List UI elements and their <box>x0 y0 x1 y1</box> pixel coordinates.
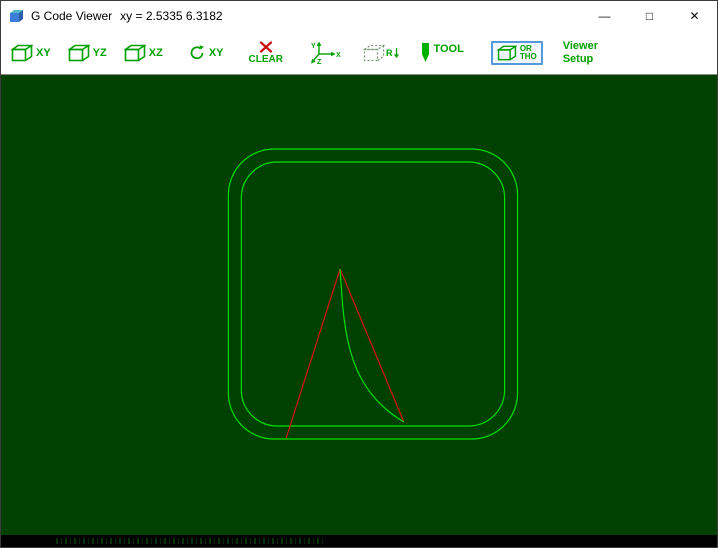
rotate-r-button[interactable]: R <box>362 44 401 62</box>
app-window: G Code Viewer xy = 2.5335 6.3182 — □ ✕ X… <box>0 0 718 548</box>
cube-icon <box>497 45 516 60</box>
tool-button[interactable]: TOOL <box>421 42 464 64</box>
view-xy-label: XY <box>36 46 51 59</box>
window-title: G Code Viewer <box>31 9 113 23</box>
axis-y-label: Y <box>311 43 316 50</box>
viewer-setup-line1: Viewer <box>562 40 598 53</box>
minimize-button[interactable]: — <box>582 1 627 31</box>
view-yz-button[interactable]: YZ <box>68 44 107 62</box>
close-button[interactable]: ✕ <box>672 1 717 31</box>
viewer-setup-line2: Setup <box>562 52 594 65</box>
status-bar <box>1 535 717 547</box>
viewer-setup-button[interactable]: Viewer Setup <box>563 40 598 64</box>
view-xz-label: XZ <box>148 46 163 59</box>
clear-label: CLEAR <box>248 53 283 65</box>
axes-icon: Y X Z <box>310 41 341 66</box>
view-xz-button[interactable]: XZ <box>124 44 163 62</box>
tool-icon <box>422 42 430 62</box>
app-icon <box>9 8 25 24</box>
ortho-label-line2: THO <box>519 51 537 61</box>
ortho-label: OR THO <box>519 44 537 61</box>
axis-z-label: Z <box>317 59 322 66</box>
view-yz-label: YZ <box>92 46 107 59</box>
canvas-svg <box>227 148 519 440</box>
tool-label: TOOL <box>433 42 464 55</box>
rotate-xy-button[interactable]: XY <box>188 44 224 62</box>
rotate-xy-label: XY <box>208 46 224 59</box>
dashed-cube-icon <box>362 44 385 61</box>
toolpath-segment <box>240 161 506 427</box>
toolpath-segment <box>285 268 341 439</box>
gcode-canvas[interactable] <box>1 75 717 535</box>
cube-icon <box>11 44 33 61</box>
ortho-toggle-button[interactable]: OR THO <box>490 40 543 65</box>
clear-button[interactable]: CLEAR <box>248 40 283 65</box>
toolpath-segment <box>339 268 405 423</box>
viewer-setup-label: Viewer Setup <box>563 40 598 64</box>
axes-button[interactable]: Y X Z <box>308 40 342 66</box>
cursor-coordinates: xy = 2.5335 6.3182 <box>120 9 223 23</box>
rotate-r-label: R <box>385 47 393 58</box>
title-bar: G Code Viewer xy = 2.5335 6.3182 — □ ✕ <box>1 1 717 31</box>
axis-x-label: X <box>336 52 341 59</box>
rotate-icon <box>190 44 204 59</box>
red-x-icon <box>259 40 272 53</box>
window-controls: — □ ✕ <box>582 1 717 31</box>
down-arrow-icon <box>394 47 400 58</box>
cube-icon <box>124 44 146 61</box>
maximize-button[interactable]: □ <box>627 1 672 31</box>
cube-icon <box>68 44 89 61</box>
toolbar: XY YZ XZ XY CLEAR Y X Z R TOOL OR THO Vi… <box>1 31 717 75</box>
view-xy-button[interactable]: XY <box>11 44 51 62</box>
